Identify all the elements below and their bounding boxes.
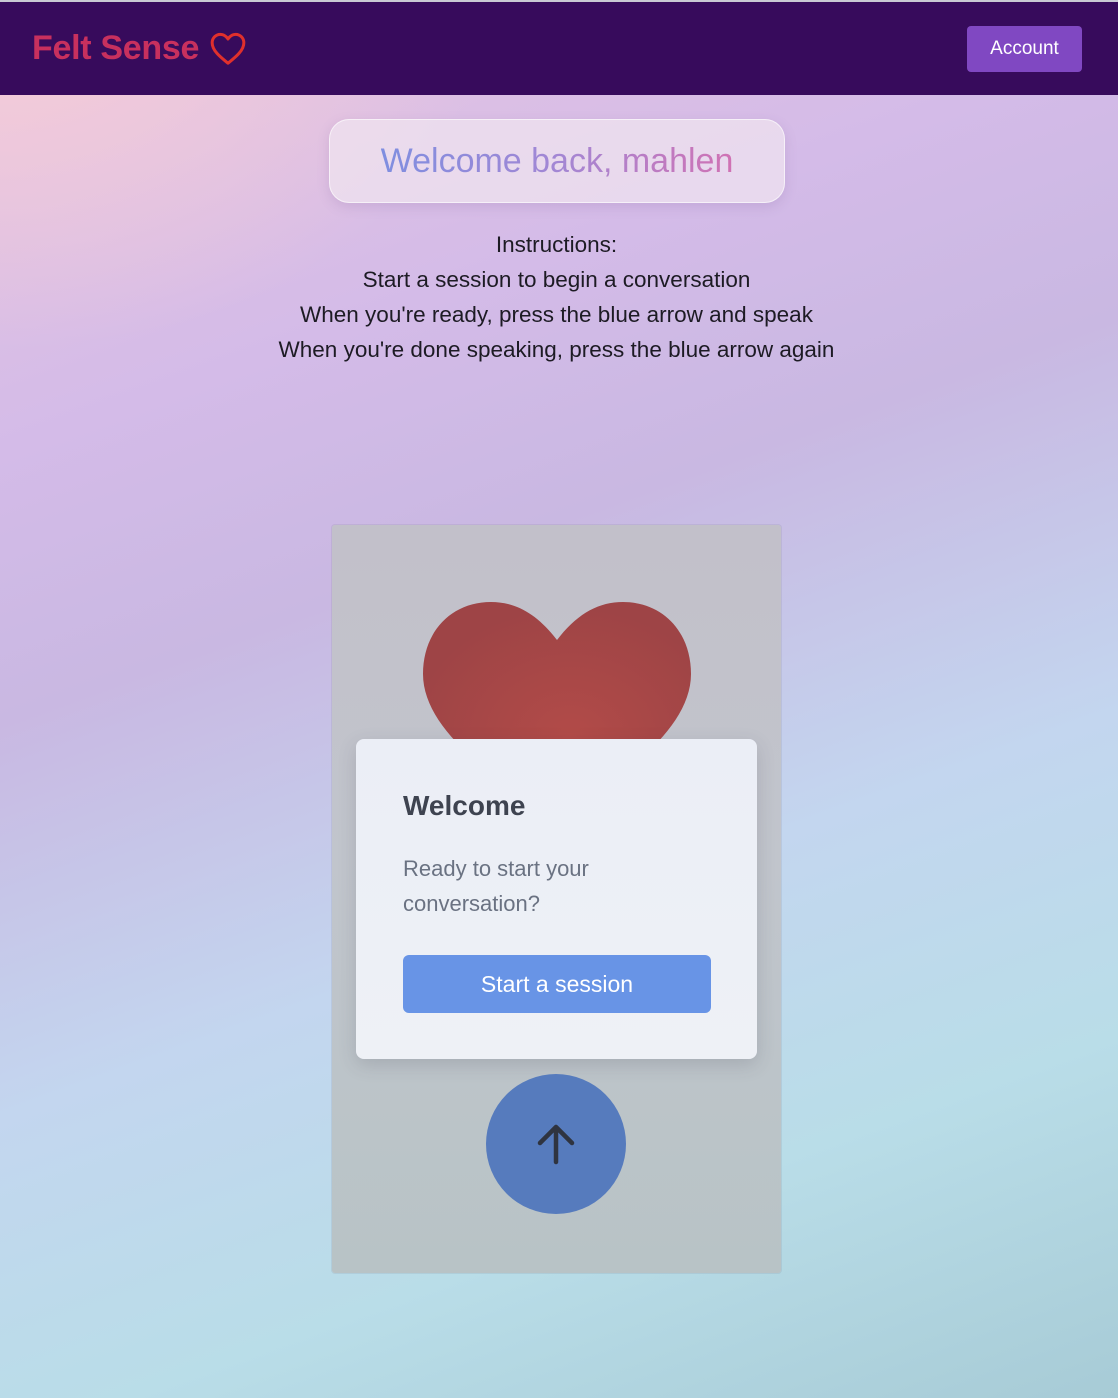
heart-outline-icon xyxy=(210,32,246,65)
instruction-line: When you're done speaking, press the blu… xyxy=(278,337,835,362)
instruction-line: When you're ready, press the blue arrow … xyxy=(300,302,813,327)
arrow-up-icon xyxy=(537,1124,575,1165)
instructions-heading: Instructions: xyxy=(495,232,618,257)
start-session-button[interactable]: Start a session xyxy=(403,955,711,1013)
record-arrow-button[interactable] xyxy=(486,1074,626,1214)
brand-logo[interactable]: Felt Sense xyxy=(32,29,249,69)
welcome-card: Welcome Ready to start your conversation… xyxy=(356,739,757,1059)
navbar: Felt Sense Account xyxy=(0,2,1118,95)
instruction-line: Start a session to begin a conversation xyxy=(362,267,751,292)
card-subtitle: Ready to start your conversation? xyxy=(403,856,589,916)
session-panel: Welcome Ready to start your conversation… xyxy=(332,525,781,1273)
welcome-banner: Welcome back, mahlen xyxy=(329,119,785,203)
welcome-message: Welcome back, mahlen xyxy=(380,141,734,180)
brand-name: Felt Sense xyxy=(32,29,200,67)
account-button[interactable]: Account xyxy=(967,25,1082,72)
card-title: Welcome xyxy=(403,790,526,821)
instructions: Instructions: Start a session to begin a… xyxy=(0,227,1113,367)
